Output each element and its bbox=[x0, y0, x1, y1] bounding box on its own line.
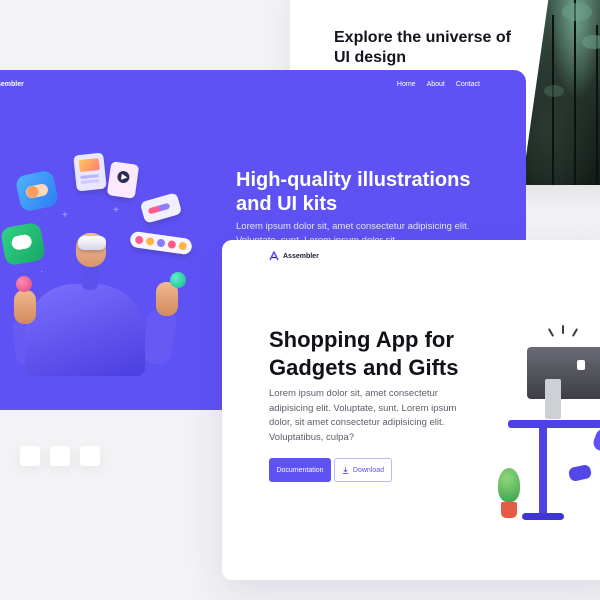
assembler-logo-text: Assembler bbox=[283, 252, 319, 260]
purple-card-nav: Home About Contact bbox=[397, 81, 480, 88]
thumbnail-square bbox=[80, 446, 100, 466]
idea-ray-icon bbox=[547, 328, 555, 337]
shopping-card-title: Shopping App for Gadgets and Gifts bbox=[269, 327, 459, 380]
download-button-label: Download bbox=[352, 466, 385, 474]
explore-heading: Explore the universe of UI design bbox=[334, 29, 511, 66]
thumbnail-square bbox=[50, 446, 70, 466]
green-controller-icon bbox=[170, 272, 186, 288]
shopping-landing-card: Assembler Shopping App for Gadgets and G… bbox=[222, 240, 600, 580]
color-dots-icon bbox=[129, 230, 193, 256]
image-card-icon bbox=[73, 152, 107, 192]
plant-icon bbox=[498, 468, 520, 502]
sparkle-icon: + bbox=[113, 205, 119, 216]
idea-ray-icon bbox=[571, 328, 579, 337]
thumbnail-square bbox=[20, 446, 40, 466]
shopping-card-description: Lorem ipsum dolor sit, amet consectetur … bbox=[269, 388, 457, 443]
toggle-card-icon bbox=[139, 192, 183, 224]
chat-tile-icon bbox=[0, 221, 46, 267]
sparkle-icon: · bbox=[40, 266, 44, 277]
sparkle-icon: + bbox=[62, 210, 68, 221]
vr-headset-icon bbox=[78, 236, 106, 250]
assembler-logo-icon bbox=[269, 251, 279, 261]
person-leg bbox=[591, 426, 600, 460]
figure-left-hand bbox=[14, 290, 36, 324]
cloud-tile-icon bbox=[14, 169, 60, 213]
figure-body bbox=[25, 284, 145, 376]
desk-top bbox=[508, 420, 600, 428]
pink-controller-icon bbox=[16, 276, 32, 292]
monitor-icon bbox=[527, 347, 600, 399]
purple-card-title: High-quality illustrations and UI kits bbox=[236, 169, 471, 215]
nav-about-link[interactable]: About bbox=[427, 81, 445, 88]
video-card-icon bbox=[106, 161, 140, 199]
nav-contact-link[interactable]: Contact bbox=[456, 81, 480, 88]
monitor-stand bbox=[545, 379, 561, 419]
figure-right-arm bbox=[139, 307, 179, 367]
documentation-button[interactable]: Documentation bbox=[269, 458, 331, 482]
idea-ray-icon bbox=[562, 325, 564, 334]
download-icon bbox=[342, 466, 349, 474]
purple-card-logo: sembler bbox=[0, 81, 24, 88]
nav-home-link[interactable]: Home bbox=[397, 81, 416, 88]
monitor-sticker bbox=[577, 360, 585, 370]
desk-leg bbox=[539, 428, 547, 514]
assembler-logo[interactable]: Assembler bbox=[269, 251, 319, 261]
plant-pot-icon bbox=[501, 502, 517, 518]
download-button[interactable]: Download bbox=[334, 458, 392, 482]
person-shoe bbox=[567, 463, 593, 483]
desk-foot bbox=[522, 513, 564, 520]
